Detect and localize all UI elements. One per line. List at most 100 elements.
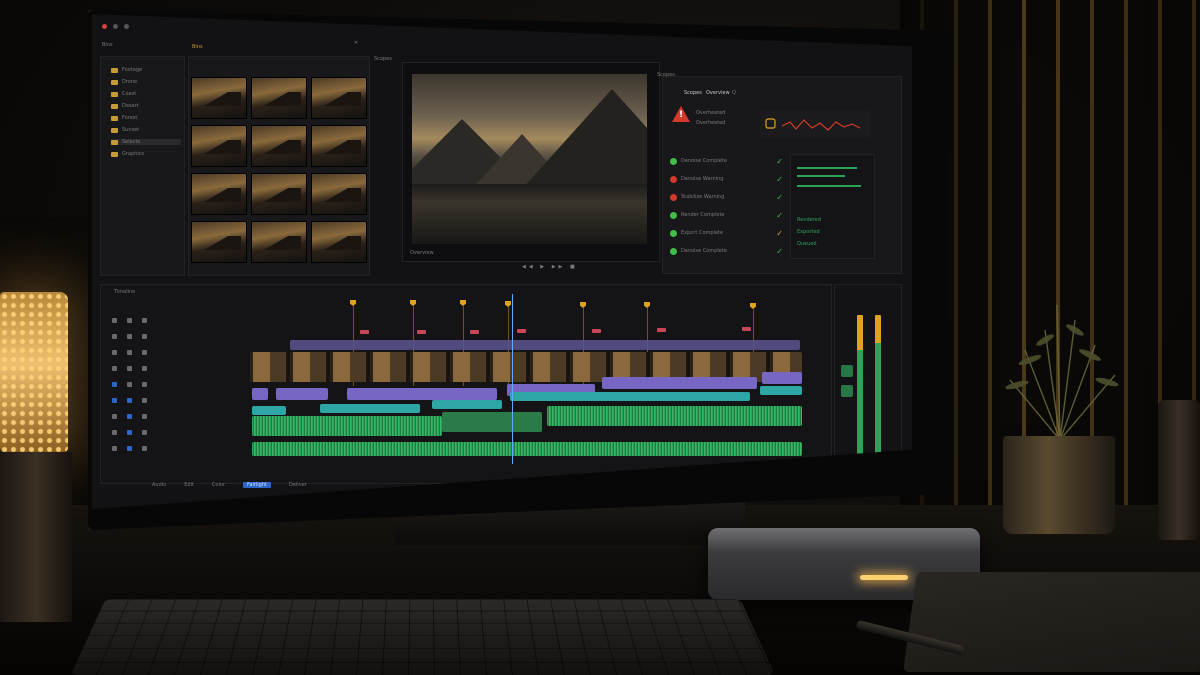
mute-button[interactable] bbox=[841, 365, 853, 377]
clip-thumbnail[interactable] bbox=[191, 221, 247, 263]
adjustment-clip[interactable] bbox=[762, 372, 802, 384]
track-header[interactable] bbox=[112, 410, 232, 422]
clip-thumbnail[interactable] bbox=[191, 125, 247, 167]
meter-label: Rendered bbox=[797, 217, 821, 223]
audio-clip[interactable] bbox=[547, 406, 802, 426]
bin-tree: Footage Drone Coast Desert Forest Sunset… bbox=[100, 56, 185, 276]
close-dot-icon[interactable] bbox=[102, 24, 107, 29]
transport-controls[interactable]: ◀◀ ▶ ▶▶ ■ bbox=[522, 264, 578, 270]
adjustment-clip[interactable] bbox=[252, 388, 268, 400]
bin-item[interactable]: Forest bbox=[111, 115, 137, 121]
table-lamp bbox=[0, 292, 68, 452]
bin-item[interactable]: Coast bbox=[111, 91, 136, 97]
lamp-base bbox=[0, 452, 72, 622]
clip-thumbnail[interactable] bbox=[251, 221, 307, 263]
viewer-preview-image bbox=[412, 74, 647, 244]
panel-title-bins: Bins bbox=[102, 42, 113, 48]
track-header[interactable] bbox=[112, 442, 232, 454]
title-clip[interactable] bbox=[320, 404, 420, 413]
checkmark-icon: ✓ bbox=[776, 156, 783, 166]
clip-flag bbox=[517, 329, 526, 333]
checkmark-icon: ✓ bbox=[776, 192, 783, 202]
title-clip[interactable] bbox=[760, 386, 802, 395]
jar bbox=[1158, 400, 1200, 540]
panel-title-viewer-right: Scopes bbox=[374, 56, 392, 62]
media-thumbnails bbox=[188, 56, 370, 276]
clip-flag bbox=[657, 328, 666, 332]
clip-thumbnail[interactable] bbox=[311, 221, 367, 263]
track-header[interactable] bbox=[112, 314, 232, 326]
track-header[interactable] bbox=[112, 378, 232, 390]
video-track-header-clip[interactable] bbox=[290, 340, 800, 350]
page-audio-button[interactable]: Audio bbox=[152, 482, 166, 488]
track-header[interactable] bbox=[112, 346, 232, 358]
check-row: Render Complete ✓ bbox=[670, 208, 785, 222]
inspector-title: Scopes bbox=[657, 72, 675, 78]
clip-flag bbox=[360, 330, 369, 334]
adjustment-clip[interactable] bbox=[602, 377, 757, 389]
clip-flag bbox=[592, 329, 601, 333]
check-row: Stabilize Warning ✓ bbox=[670, 190, 785, 204]
title-clip[interactable] bbox=[252, 406, 286, 415]
track-header[interactable] bbox=[112, 362, 232, 374]
folder-icon bbox=[111, 103, 118, 109]
bin-item[interactable]: Drone bbox=[111, 79, 137, 85]
status-ok-icon bbox=[670, 247, 677, 255]
clip-thumbnail[interactable] bbox=[311, 77, 367, 119]
clip-thumbnail[interactable] bbox=[191, 77, 247, 119]
page-fairlight-button[interactable]: Fairlight bbox=[242, 482, 271, 488]
clip-thumbnail[interactable] bbox=[311, 173, 367, 215]
page-edit-button[interactable]: Edit bbox=[184, 482, 194, 488]
bin-item-selected[interactable]: Selects bbox=[111, 139, 181, 145]
minimize-dot-icon[interactable] bbox=[113, 24, 118, 29]
adjustment-clip[interactable] bbox=[276, 388, 328, 400]
clip-thumbnail[interactable] bbox=[251, 173, 307, 215]
solo-button[interactable] bbox=[841, 385, 853, 397]
folder-icon bbox=[111, 151, 118, 157]
page-deliver-button[interactable]: Deliver bbox=[289, 482, 307, 488]
playhead[interactable] bbox=[512, 294, 513, 464]
adjustment-clip[interactable] bbox=[347, 388, 497, 400]
track-header[interactable] bbox=[112, 330, 232, 342]
page-color-button[interactable]: Color bbox=[212, 482, 225, 488]
clip-thumbnail[interactable] bbox=[311, 125, 367, 167]
title-clip[interactable] bbox=[510, 392, 750, 401]
clip-thumbnail[interactable] bbox=[251, 125, 307, 167]
maximize-dot-icon[interactable] bbox=[124, 24, 129, 29]
status-error-icon bbox=[670, 193, 677, 201]
bin-item[interactable]: Footage bbox=[111, 67, 142, 73]
track-header[interactable] bbox=[112, 426, 232, 438]
folder-icon bbox=[111, 91, 118, 97]
meter-label: Exported bbox=[797, 229, 820, 235]
level-meter-right bbox=[875, 315, 881, 455]
warning-subtitle: Overheated bbox=[696, 120, 726, 126]
clip-thumbnail[interactable] bbox=[251, 77, 307, 119]
panel-title-media: Bins bbox=[192, 44, 203, 50]
bin-item[interactable]: Desert bbox=[111, 103, 139, 109]
clip-flag bbox=[417, 330, 426, 334]
bin-item[interactable]: Sunset bbox=[111, 127, 139, 133]
track-header[interactable] bbox=[112, 394, 232, 406]
status-ok-icon bbox=[670, 157, 677, 165]
audio-clip-lower[interactable] bbox=[252, 442, 802, 456]
notebook bbox=[902, 572, 1200, 672]
close-icon[interactable]: ✕ bbox=[354, 40, 358, 46]
clip-thumbnail[interactable] bbox=[191, 173, 247, 215]
checkmark-icon: ✓ bbox=[776, 210, 783, 220]
audio-clip[interactable] bbox=[442, 412, 542, 432]
level-meter-left bbox=[857, 315, 863, 455]
temperature-graph bbox=[760, 110, 870, 138]
status-ok-icon bbox=[670, 211, 677, 219]
check-row: Denoise Complete ✓ bbox=[670, 154, 785, 168]
tab-scopes[interactable]: Scopes bbox=[684, 90, 702, 96]
bin-item[interactable]: Graphics bbox=[111, 151, 144, 157]
progress-meters: Rendered Exported Queued bbox=[790, 154, 875, 259]
audio-clip[interactable] bbox=[252, 416, 442, 436]
title-clip[interactable] bbox=[432, 400, 502, 409]
tab-overview[interactable]: Overview bbox=[706, 90, 730, 96]
tab-q[interactable]: Q bbox=[732, 90, 736, 96]
clip-flag bbox=[742, 327, 751, 331]
clip-flag bbox=[470, 330, 479, 334]
warning-title: Overheated bbox=[696, 110, 726, 116]
window-controls bbox=[102, 24, 129, 29]
